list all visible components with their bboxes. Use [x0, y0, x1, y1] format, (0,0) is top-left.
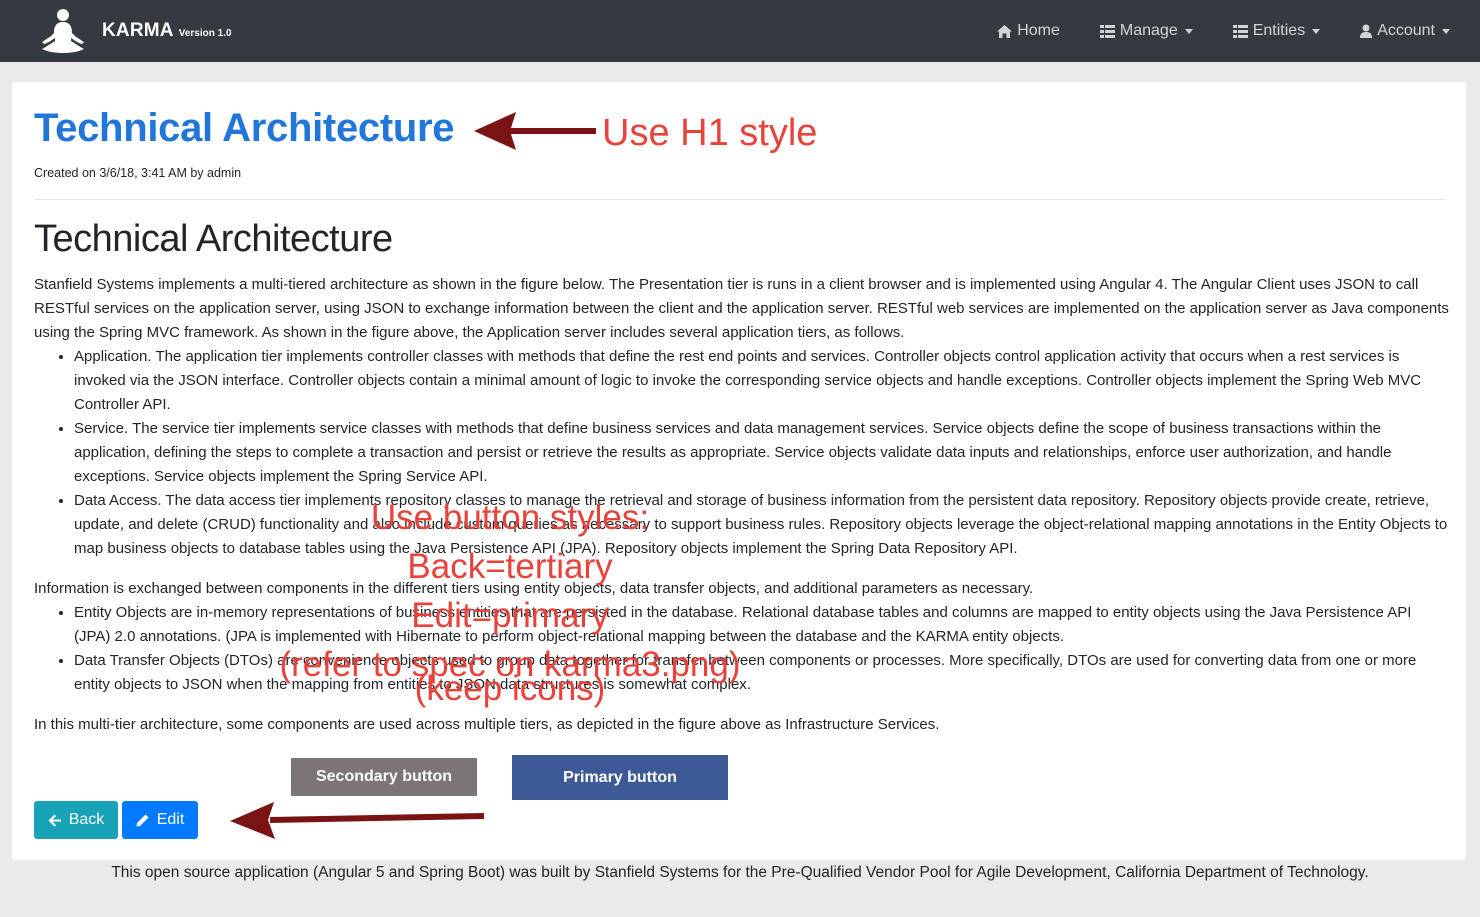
list-icon: [1099, 24, 1115, 38]
page-title: Technical Architecture: [34, 106, 455, 150]
user-icon: [1360, 24, 1373, 38]
chevron-down-icon: [1184, 28, 1193, 34]
nav-account-label: Account: [1377, 22, 1435, 39]
main-nav: Home Manage Entities Account: [957, 0, 1450, 62]
nav-manage-label: Manage: [1119, 22, 1178, 39]
nav-home[interactable]: Home: [997, 22, 1060, 40]
annotation-button-note: Use button styles: Back=tertiary Edit=pr…: [240, 493, 780, 713]
back-button-label: Back: [68, 811, 105, 828]
nav-home-label: Home: [1017, 22, 1060, 39]
primary-button-sample: Primary button: [512, 755, 728, 800]
nav-entities[interactable]: Entities: [1232, 22, 1321, 40]
chevron-down-icon: [1442, 28, 1450, 34]
nav-account[interactable]: Account: [1360, 22, 1450, 40]
list-item: Application. The application tier implem…: [74, 345, 1450, 417]
edit-button[interactable]: Edit: [122, 801, 198, 839]
meditation-logo-icon: [42, 9, 84, 53]
back-button[interactable]: Back: [34, 801, 118, 839]
chevron-down-icon: [1312, 28, 1321, 34]
brand-version: Version 1.0: [178, 27, 232, 39]
footer-text: This open source application (Angular 5 …: [111, 864, 1369, 881]
divider: [34, 199, 1445, 200]
list-item: Service. The service tier implements ser…: [74, 417, 1450, 489]
annotation-line: Back=tertiary: [407, 547, 613, 586]
section-heading: Technical Architecture: [34, 218, 393, 260]
content-card: Technical Architecture Created on 3/6/18…: [12, 82, 1466, 860]
arrow-left-icon: [48, 814, 61, 826]
nav-entities-label: Entities: [1252, 22, 1306, 39]
closing-paragraph: In this multi-tier architecture, some co…: [34, 716, 940, 733]
secondary-button-sample: Secondary button: [291, 758, 477, 796]
annotation-line: Use button styles:: [370, 498, 650, 537]
annotation-line: Edit=primary: [411, 596, 609, 635]
list-icon: [1232, 24, 1248, 38]
intro-paragraph: Stanfield Systems implements a multi-tie…: [34, 276, 1449, 341]
nav-manage[interactable]: Manage: [1099, 22, 1193, 40]
created-info: Created on 3/6/18, 3:41 AM by admin: [34, 166, 242, 180]
brand[interactable]: KARMA Version 1.0: [38, 7, 232, 55]
navbar: KARMA Version 1.0 Home Manage Entities A…: [0, 0, 1480, 62]
pencil-icon: [136, 814, 149, 826]
home-icon: [997, 24, 1013, 38]
brand-name: KARMA: [102, 20, 174, 41]
edit-button-label: Edit: [156, 811, 185, 828]
annotation-h1-note: Use H1 style: [602, 112, 818, 154]
